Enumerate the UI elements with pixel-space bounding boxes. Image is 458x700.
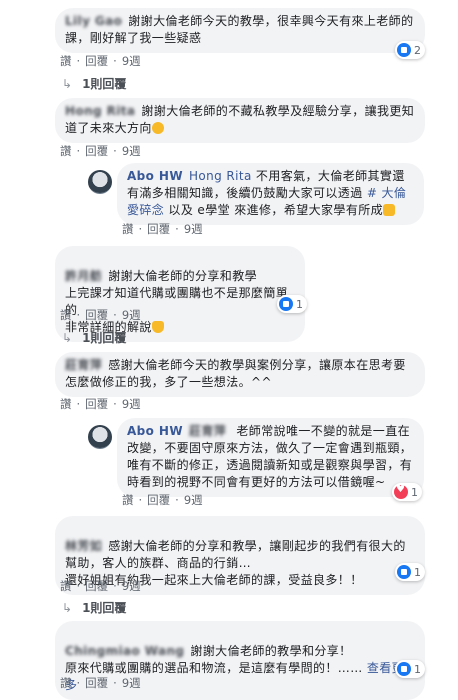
like-reaction-icon <box>397 43 411 57</box>
avatar[interactable] <box>88 170 112 194</box>
comment-actions: 讚 · 回覆 · 9週 <box>60 397 141 411</box>
like-link[interactable]: 讚 <box>60 579 72 593</box>
comment-actions: 讚 · 回覆 · 9週 <box>60 308 141 322</box>
comment-time[interactable]: 9週 <box>122 676 141 690</box>
view-replies-link[interactable]: ↳ 1則回覆 <box>62 599 126 616</box>
comment-author[interactable]: 許月舫 <box>65 269 102 283</box>
comment-author[interactable]: 莊育萍 <box>65 358 102 372</box>
reply-arrow-icon: ↳ <box>62 601 73 615</box>
like-link[interactable]: 讚 <box>122 493 134 507</box>
reply-actions: 讚 · 回覆 · 9週 <box>122 222 203 236</box>
reply-link[interactable]: 回覆 <box>85 54 108 68</box>
reply-author[interactable]: Abo HW <box>127 424 183 438</box>
comment-bubble: Lily Gao 謝謝大倫老師今天的教學，很幸興今天有來上老師的課，剛好解了我一些… <box>55 8 425 53</box>
reaction-count[interactable]: 1 <box>277 295 307 313</box>
comment-author[interactable]: Lily Gao <box>65 14 122 28</box>
reply-arrow-icon: ↳ <box>62 331 73 345</box>
comment-bubble: 許月舫 謝謝大倫老師的分享和教學 上完課才知道代購或團購也不是那麼簡單的 非常詳細… <box>55 246 305 342</box>
like-reaction-icon <box>397 565 411 579</box>
comment-author[interactable]: 林芳如 <box>65 539 102 553</box>
like-link[interactable]: 讚 <box>60 144 72 158</box>
love-reaction-icon <box>394 484 408 499</box>
reaction-count[interactable]: 1 <box>392 483 422 501</box>
comment-bubble: Hong Rita 謝謝大倫老師的不藏私教學及經驗分享，讓我更知道了未來大方向 <box>55 98 425 143</box>
flex-emoji-icon <box>383 204 396 216</box>
reply-link[interactable]: 回覆 <box>85 676 108 690</box>
reply-author[interactable]: Abo HW <box>127 169 183 183</box>
reply-time[interactable]: 9週 <box>184 222 203 236</box>
comment-text: 感謝大倫老師今天的教學與案例分享，讓原本在思考要怎麼做修正的我，多了一些想法。^… <box>65 358 406 389</box>
avatar[interactable] <box>88 425 112 449</box>
comment-bubble: 莊育萍 感謝大倫老師今天的教學與案例分享，讓原本在思考要怎麼做修正的我，多了一些想… <box>55 352 425 397</box>
reply-link[interactable]: 回覆 <box>147 493 170 507</box>
reaction-count[interactable]: 1 <box>395 660 425 678</box>
like-reaction-icon <box>397 662 411 676</box>
reply-bubble: Abo HW 莊育萍 老師常說唯一不變的就是一直在改變，不要固守原來方法，做久了一… <box>117 418 424 497</box>
comment-time[interactable]: 9週 <box>122 308 141 322</box>
view-replies-link[interactable]: ↳ 1則回覆 <box>62 329 126 346</box>
reply-time[interactable]: 9週 <box>184 493 203 507</box>
view-replies-link[interactable]: ↳ 1則回覆 <box>62 75 126 92</box>
reply-link[interactable]: 回覆 <box>85 144 108 158</box>
comment-actions: 讚 · 回覆 · 9週 <box>60 676 141 690</box>
thumbs-up-emoji-icon <box>151 321 164 333</box>
comment-time[interactable]: 9週 <box>122 579 141 593</box>
comment-author[interactable]: Hong Rita <box>65 104 135 118</box>
reply-bubble: Abo HW Hong Rita 不用客氣，大倫老師其實還有滿多相關知識，後續仍鼓… <box>117 163 424 225</box>
like-link[interactable]: 讚 <box>60 308 72 322</box>
like-link[interactable]: 讚 <box>60 676 72 690</box>
like-link[interactable]: 讚 <box>60 397 72 411</box>
reply-actions: 讚 · 回覆 · 9週 <box>122 493 203 507</box>
reply-link[interactable]: 回覆 <box>147 222 170 236</box>
comment-time[interactable]: 9週 <box>122 144 141 158</box>
mention-link[interactable]: Hong Rita <box>189 169 252 183</box>
like-link[interactable]: 讚 <box>60 54 72 68</box>
reaction-count[interactable]: 1 <box>395 563 425 581</box>
reaction-count[interactable]: 2 <box>395 41 425 59</box>
comment-author[interactable]: Chingmiao Wang <box>65 644 184 658</box>
comment-actions: 讚 · 回覆 · 9週 <box>60 144 141 158</box>
comment-actions: 讚 · 回覆 · 9週 <box>60 54 141 68</box>
comment-time[interactable]: 9週 <box>122 397 141 411</box>
reply-link[interactable]: 回覆 <box>85 579 108 593</box>
like-reaction-icon <box>279 297 293 311</box>
mention-link[interactable]: 莊育萍 <box>189 424 226 438</box>
reply-link[interactable]: 回覆 <box>85 308 108 322</box>
smile-emoji-icon <box>151 122 164 134</box>
reply-link[interactable]: 回覆 <box>85 397 108 411</box>
reply-arrow-icon: ↳ <box>62 77 73 91</box>
like-link[interactable]: 讚 <box>122 222 134 236</box>
reply-text: 以及 e學堂 來進修，希望大家學有所成 <box>164 203 384 217</box>
comment-actions: 讚 · 回覆 · 9週 <box>60 579 141 593</box>
comment-time[interactable]: 9週 <box>122 54 141 68</box>
